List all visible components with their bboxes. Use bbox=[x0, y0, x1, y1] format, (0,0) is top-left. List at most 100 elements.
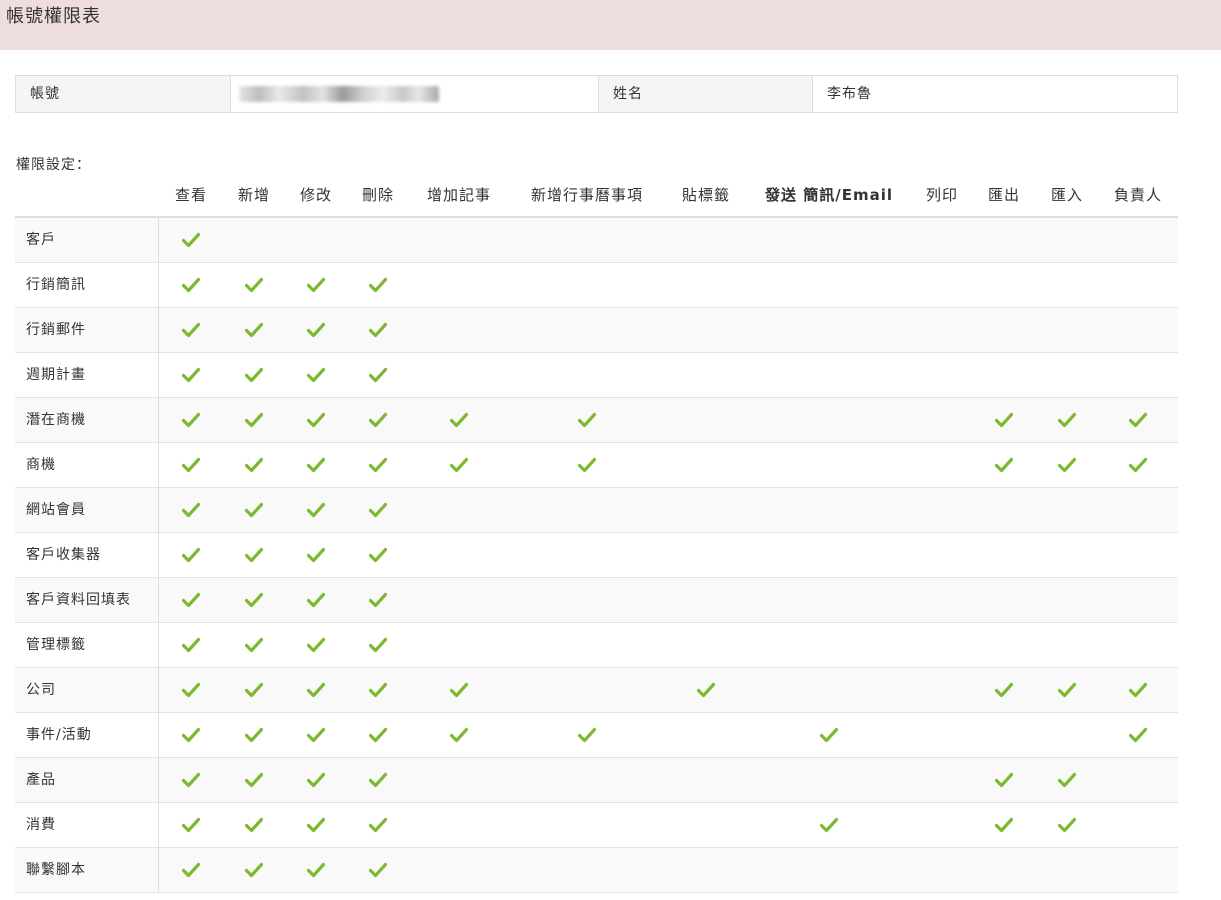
check-icon bbox=[820, 727, 838, 743]
column-header-10: 匯出 bbox=[987, 186, 1021, 204]
row-module-name: 客戶 bbox=[15, 218, 159, 262]
check-icon bbox=[1058, 412, 1076, 428]
check-icon bbox=[307, 457, 325, 473]
check-icon bbox=[369, 457, 387, 473]
column-header-3: 修改 bbox=[299, 186, 333, 204]
check-icon bbox=[182, 232, 200, 248]
row-module-name: 客戶收集器 bbox=[15, 533, 159, 577]
check-icon bbox=[307, 862, 325, 878]
table-row: 產品 bbox=[15, 758, 1178, 803]
column-header-5: 增加記事 bbox=[426, 186, 492, 204]
check-icon bbox=[369, 412, 387, 428]
check-icon bbox=[369, 637, 387, 653]
check-icon bbox=[369, 277, 387, 293]
row-module-name: 聯繫腳本 bbox=[15, 848, 159, 892]
check-icon bbox=[307, 322, 325, 338]
table-row: 客戶資料回填表 bbox=[15, 578, 1178, 623]
check-icon bbox=[369, 502, 387, 518]
check-icon bbox=[1058, 772, 1076, 788]
check-icon bbox=[307, 367, 325, 383]
check-icon bbox=[369, 547, 387, 563]
check-icon bbox=[245, 727, 263, 743]
column-header-4: 刪除 bbox=[361, 186, 395, 204]
check-icon bbox=[182, 637, 200, 653]
check-icon bbox=[182, 817, 200, 833]
column-header-9: 列印 bbox=[925, 186, 959, 204]
check-icon bbox=[182, 322, 200, 338]
check-icon bbox=[307, 727, 325, 743]
check-icon bbox=[182, 502, 200, 518]
page-title: 帳號權限表 bbox=[6, 6, 101, 27]
check-icon bbox=[307, 412, 325, 428]
account-label: 帳號 bbox=[16, 76, 230, 112]
check-icon bbox=[182, 277, 200, 293]
check-icon bbox=[1058, 457, 1076, 473]
check-icon bbox=[995, 817, 1013, 833]
check-icon bbox=[307, 682, 325, 698]
column-header-8: 發送 簡訊/Email bbox=[765, 186, 893, 204]
check-icon bbox=[245, 412, 263, 428]
check-icon bbox=[307, 547, 325, 563]
row-module-name: 商機 bbox=[15, 443, 159, 487]
check-icon bbox=[578, 457, 596, 473]
check-icon bbox=[182, 457, 200, 473]
check-icon bbox=[307, 277, 325, 293]
account-value bbox=[230, 76, 598, 112]
check-icon bbox=[307, 772, 325, 788]
check-icon bbox=[995, 682, 1013, 698]
column-header-11: 匯入 bbox=[1050, 186, 1084, 204]
row-module-name: 週期計畫 bbox=[15, 353, 159, 397]
check-icon bbox=[182, 772, 200, 788]
table-row: 公司 bbox=[15, 668, 1178, 713]
check-icon bbox=[369, 772, 387, 788]
permissions-section-label: 權限設定： bbox=[16, 157, 91, 173]
check-icon bbox=[245, 772, 263, 788]
check-icon bbox=[182, 547, 200, 563]
check-icon bbox=[369, 817, 387, 833]
check-icon bbox=[995, 412, 1013, 428]
check-icon bbox=[182, 412, 200, 428]
check-icon bbox=[820, 817, 838, 833]
check-icon bbox=[697, 682, 715, 698]
table-row: 事件/活動 bbox=[15, 713, 1178, 758]
check-icon bbox=[245, 322, 263, 338]
column-header-2: 新增 bbox=[237, 186, 271, 204]
table-row: 聯繫腳本 bbox=[15, 848, 1178, 893]
check-icon bbox=[369, 367, 387, 383]
check-icon bbox=[1129, 412, 1147, 428]
check-icon bbox=[995, 772, 1013, 788]
name-value: 李布魯 bbox=[812, 76, 1177, 112]
check-icon bbox=[182, 367, 200, 383]
check-icon bbox=[182, 682, 200, 698]
column-header-1: 查看 bbox=[174, 186, 208, 204]
check-icon bbox=[450, 457, 468, 473]
check-icon bbox=[245, 637, 263, 653]
table-row: 客戶收集器 bbox=[15, 533, 1178, 578]
row-module-name: 潛在商機 bbox=[15, 398, 159, 442]
check-icon bbox=[182, 862, 200, 878]
row-module-name: 產品 bbox=[15, 758, 159, 802]
row-module-name: 消費 bbox=[15, 803, 159, 847]
page-header: 帳號權限表 bbox=[0, 0, 1221, 50]
column-header-7: 貼標籤 bbox=[681, 186, 731, 204]
check-icon bbox=[1129, 682, 1147, 698]
check-icon bbox=[245, 502, 263, 518]
account-value-blurred bbox=[239, 86, 439, 102]
check-icon bbox=[245, 277, 263, 293]
check-icon bbox=[307, 637, 325, 653]
check-icon bbox=[369, 322, 387, 338]
table-row: 潛在商機 bbox=[15, 398, 1178, 443]
row-module-name: 事件/活動 bbox=[15, 713, 159, 757]
row-module-name: 網站會員 bbox=[15, 488, 159, 532]
table-row: 網站會員 bbox=[15, 488, 1178, 533]
table-row: 客戶 bbox=[15, 218, 1178, 263]
account-info-table: 帳號 姓名 李布魯 bbox=[15, 75, 1178, 113]
check-icon bbox=[307, 592, 325, 608]
table-row: 行銷郵件 bbox=[15, 308, 1178, 353]
row-module-name: 客戶資料回填表 bbox=[15, 578, 159, 622]
check-icon bbox=[245, 457, 263, 473]
check-icon bbox=[450, 682, 468, 698]
check-icon bbox=[369, 862, 387, 878]
check-icon bbox=[1058, 682, 1076, 698]
check-icon bbox=[1058, 817, 1076, 833]
